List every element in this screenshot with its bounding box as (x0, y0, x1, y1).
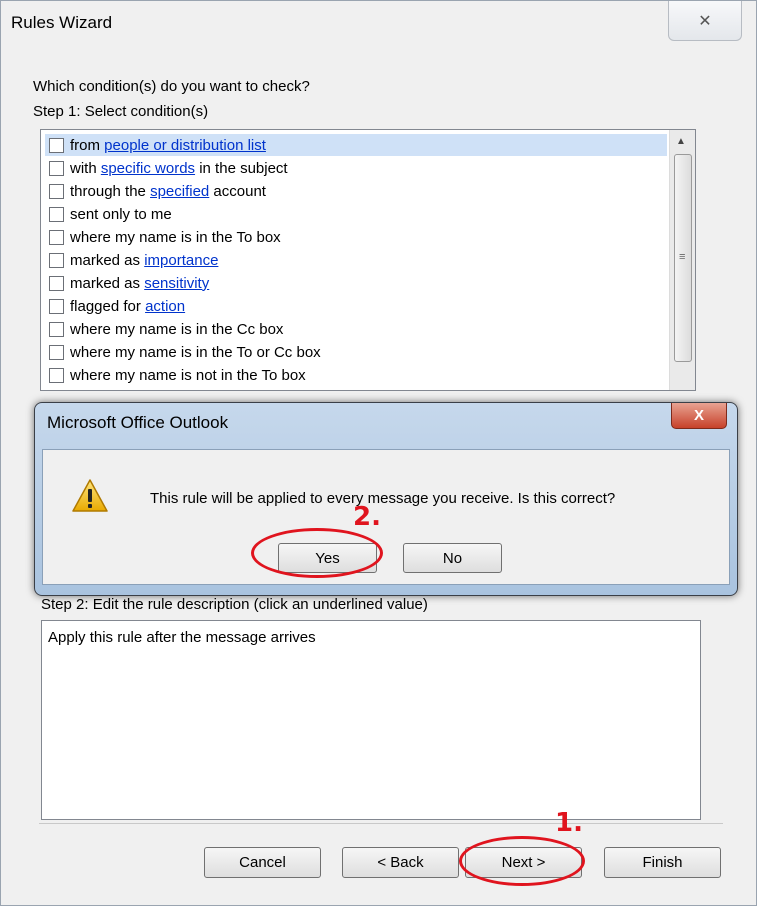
condition-item[interactable]: through the specified account (45, 180, 266, 202)
finish-button[interactable]: Finish (604, 847, 721, 878)
grip-icon: ≡ (679, 251, 686, 263)
condition-item[interactable]: marked as importance (45, 249, 218, 271)
close-icon: ✕ (698, 12, 712, 30)
conditions-question: Which condition(s) do you want to check? (33, 78, 310, 95)
condition-item[interactable]: where my name is not in the To box (45, 364, 306, 386)
condition-text: flagged for (70, 297, 146, 315)
condition-checkbox[interactable] (49, 321, 64, 337)
condition-text: marked as (70, 251, 145, 269)
no-button[interactable]: No (403, 543, 502, 573)
warning-icon (72, 479, 108, 512)
annotation-step-1: 1. (555, 808, 583, 838)
condition-text-suffix: account (209, 182, 266, 200)
condition-text-suffix: in the subject (195, 159, 288, 177)
condition-text: from (70, 136, 105, 154)
condition-item[interactable]: sent only to me (45, 203, 172, 225)
condition-item[interactable]: where my name is in the To box (45, 226, 281, 248)
condition-checkbox[interactable] (49, 252, 64, 268)
condition-item[interactable]: flagged for action (45, 295, 185, 317)
condition-link[interactable]: importance (144, 252, 218, 269)
dialog-title: Microsoft Office Outlook (47, 413, 229, 432)
condition-checkbox[interactable] (49, 367, 64, 383)
condition-item[interactable]: from people or distribution list (45, 134, 667, 156)
dialog-close-button[interactable]: X (671, 403, 727, 429)
step1-label: Step 1: Select condition(s) (33, 103, 209, 120)
window-title: Rules Wizard (11, 13, 113, 32)
condition-item[interactable]: where my name is in the To or Cc box (45, 341, 321, 363)
condition-text: where my name is in the Cc box (70, 320, 284, 338)
rule-description-box[interactable]: Apply this rule after the message arrive… (41, 620, 701, 820)
button-separator (39, 823, 723, 824)
condition-checkbox[interactable] (49, 137, 64, 153)
condition-link[interactable]: specific words (101, 160, 195, 177)
condition-text: where my name is in the To or Cc box (70, 343, 321, 361)
condition-link[interactable]: specified (150, 183, 209, 200)
condition-text: through the (70, 182, 151, 200)
condition-text: marked as (70, 274, 145, 292)
dialog-body: This rule will be applied to every messa… (42, 449, 730, 585)
back-button[interactable]: < Back (342, 847, 459, 878)
condition-checkbox[interactable] (49, 344, 64, 360)
condition-link[interactable]: action (145, 298, 185, 315)
window-close-button[interactable]: ✕ (668, 1, 742, 41)
condition-link[interactable]: sensitivity (144, 275, 209, 292)
condition-text: sent only to me (70, 205, 172, 223)
condition-checkbox[interactable] (49, 229, 64, 245)
rule-description-text: Apply this rule after the message arrive… (48, 629, 316, 646)
cancel-button[interactable]: Cancel (204, 847, 321, 878)
condition-checkbox[interactable] (49, 298, 64, 314)
yes-highlight-circle (251, 528, 383, 578)
outlook-confirm-dialog: Microsoft Office Outlook X This rule wil… (34, 402, 738, 596)
conditions-list[interactable]: from people or distribution list with spe… (40, 129, 696, 391)
condition-text: with (70, 159, 101, 177)
condition-checkbox[interactable] (49, 160, 64, 176)
annotation-step-2: 2. (353, 502, 381, 532)
condition-checkbox[interactable] (49, 183, 64, 199)
close-icon: X (693, 407, 704, 424)
condition-link[interactable]: people or distribution list (104, 137, 266, 154)
dialog-message: This rule will be applied to every messa… (150, 490, 616, 507)
condition-text: where my name is not in the To box (70, 366, 306, 384)
condition-checkbox[interactable] (49, 206, 64, 222)
condition-text: where my name is in the To box (70, 228, 281, 246)
condition-item[interactable]: where my name is in the Cc box (45, 318, 283, 340)
scroll-thumb[interactable]: ≡ (674, 154, 692, 362)
condition-item[interactable]: with specific words in the subject (45, 157, 288, 179)
scroll-up-arrow-icon[interactable]: ▲ (676, 136, 686, 147)
condition-item[interactable]: marked as sensitivity (45, 272, 209, 294)
next-highlight-circle (459, 836, 585, 886)
condition-checkbox[interactable] (49, 275, 64, 291)
step2-label: Step 2: Edit the rule description (click… (41, 596, 428, 613)
conditions-scrollbar[interactable]: ▲ ≡ (669, 130, 695, 390)
